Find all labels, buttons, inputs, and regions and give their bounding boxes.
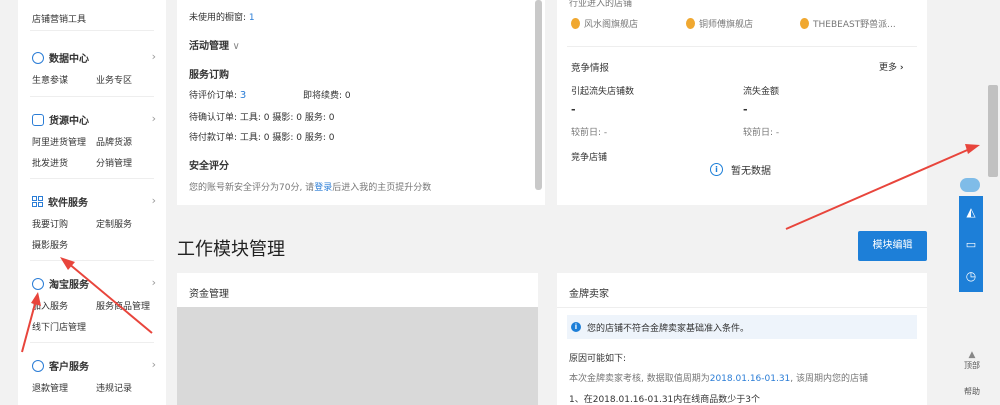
arrow-head bbox=[965, 144, 980, 154]
arrow-head bbox=[31, 292, 41, 306]
annotation-arrows bbox=[21, 144, 980, 353]
arrow-line bbox=[785, 147, 973, 230]
arrow-line bbox=[67, 262, 153, 334]
arrow-line bbox=[21, 299, 37, 353]
